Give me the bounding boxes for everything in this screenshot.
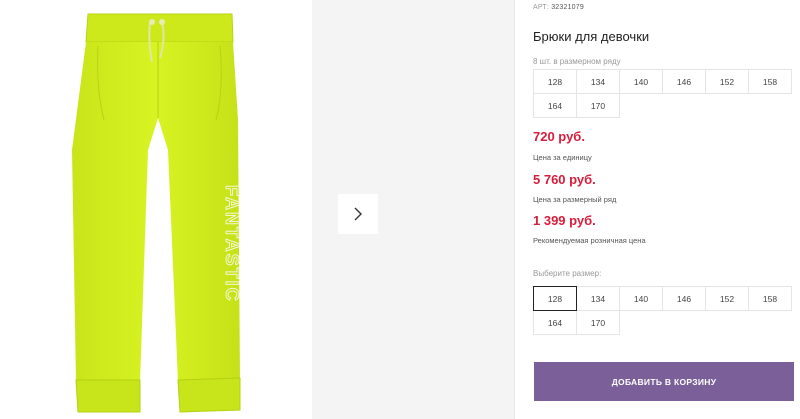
row-price: 5 760 руб.: [533, 172, 596, 187]
size-option[interactable]: 152: [705, 286, 749, 311]
next-image-button[interactable]: [338, 194, 378, 234]
size-row-note: 8 шт. в размерном ряду: [533, 57, 621, 66]
size-row-cell: 170: [576, 93, 620, 118]
size-row-cell: 128: [533, 69, 577, 94]
choose-size-label: Выберите размер:: [533, 269, 602, 278]
chevron-right-icon: [354, 207, 362, 221]
product-image: FANTASTIC: [0, 0, 312, 419]
brand-print: FANTASTIC: [222, 185, 242, 303]
retail-price-label: Рекомендуемая розничная цена: [533, 236, 646, 245]
sku-number: 32321079: [551, 4, 584, 11]
divider: [514, 0, 515, 419]
size-option[interactable]: 134: [576, 286, 620, 311]
size-row-cell: 152: [705, 69, 749, 94]
sku-label: АРТ:: [533, 4, 550, 11]
size-option[interactable]: 170: [576, 310, 620, 335]
sku: АРТ: 32321079: [533, 4, 584, 11]
row-price-label: Цена за размерный ряд: [533, 195, 617, 204]
size-option-selected[interactable]: 128: [533, 286, 577, 311]
size-row-cell: 146: [662, 69, 706, 94]
size-row-cell: 164: [533, 93, 577, 118]
size-row-cell: 158: [748, 69, 792, 94]
retail-price: 1 399 руб.: [533, 213, 596, 228]
size-selector: 128 134 140 146 152 158 164 170: [533, 286, 792, 335]
product-title: Брюки для девочки: [533, 29, 650, 44]
unit-price: 720 руб.: [533, 129, 585, 144]
size-option[interactable]: 164: [533, 310, 577, 335]
size-row-cell: 134: [576, 69, 620, 94]
size-option[interactable]: 140: [619, 286, 663, 311]
add-to-cart-button[interactable]: ДОБАВИТЬ В КОРЗИНУ: [534, 362, 794, 401]
size-option[interactable]: 158: [748, 286, 792, 311]
size-option[interactable]: 146: [662, 286, 706, 311]
pants-image: FANTASTIC: [72, 13, 243, 413]
unit-price-label: Цена за единицу: [533, 153, 592, 162]
size-row-grid: 128 134 140 146 152 158 164 170: [533, 69, 792, 118]
size-row-cell: 140: [619, 69, 663, 94]
